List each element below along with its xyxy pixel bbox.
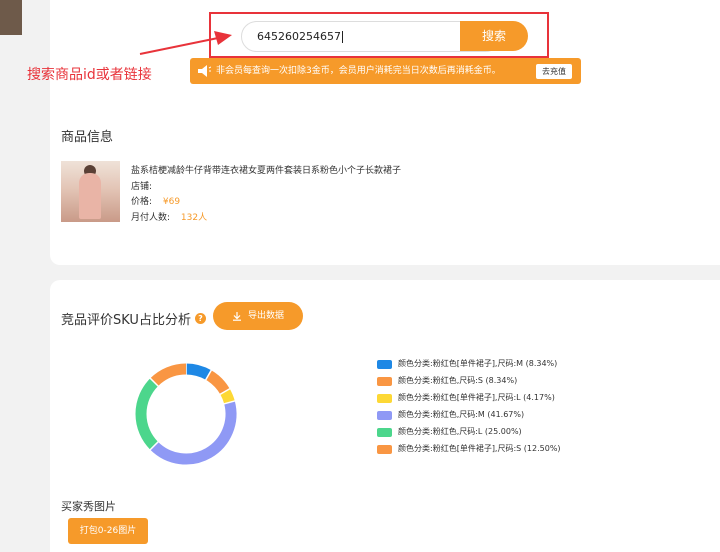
shop-label: 店铺: xyxy=(131,182,153,192)
chart-legend: 颜色分类:粉红色[单件裙子],尺码:M (8.34%) 颜色分类:粉红色,尺码:S… xyxy=(377,357,561,459)
donut-slice-6[interactable] xyxy=(150,363,187,387)
donut-slice-2[interactable] xyxy=(205,370,230,395)
legend-label: 颜色分类:粉红色,尺码:S (8.34%) xyxy=(398,376,518,385)
donut-slice-1[interactable] xyxy=(185,363,212,380)
donut-slice-4[interactable] xyxy=(150,400,237,465)
legend-item-4[interactable]: 颜色分类:粉红色,尺码:M (41.67%) xyxy=(377,408,561,425)
legend-item-2[interactable]: 颜色分类:粉红色,尺码:S (8.34%) xyxy=(377,374,561,391)
speaker-icon xyxy=(198,65,211,77)
analysis-title: 竞品评价SKU占比分析 xyxy=(61,313,191,328)
red-arrow-icon xyxy=(139,31,232,55)
monthly-value: 132人 xyxy=(180,213,208,223)
price-value: ¥69 xyxy=(162,197,181,207)
pack-images-button[interactable]: 打包0-26图片 xyxy=(68,518,148,544)
product-section-title: 商品信息 xyxy=(61,130,114,145)
legend-item-3[interactable]: 颜色分类:粉红色[单件裙子],尺码:L (4.17%) xyxy=(377,391,561,408)
notice-text: 非会员每查询一次扣除3金币，会员用户消耗完当日次数后再消耗金币。 xyxy=(216,66,501,76)
sku-donut-chart xyxy=(135,362,237,465)
notice-bar: 非会员每查询一次扣除3金币，会员用户消耗完当日次数后再消耗金币。 去充值 xyxy=(190,58,581,84)
donut-slice-3[interactable] xyxy=(220,388,235,404)
legend-swatch xyxy=(377,411,392,420)
legend-label: 颜色分类:粉红色[单件裙子],尺码:S (12.50%) xyxy=(398,444,561,453)
legend-swatch xyxy=(377,428,392,437)
highlight-box xyxy=(209,12,549,58)
legend-label: 颜色分类:粉红色[单件裙子],尺码:M (8.34%) xyxy=(398,359,558,368)
donut-slice-5[interactable] xyxy=(135,378,159,450)
legend-swatch xyxy=(377,360,392,369)
export-label: 导出数据 xyxy=(247,311,284,321)
price-label: 价格: xyxy=(131,197,153,207)
legend-swatch xyxy=(377,445,392,454)
price-row: 价格: ¥69 xyxy=(131,194,180,207)
legend-label: 颜色分类:粉红色[单件裙子],尺码:L (4.17%) xyxy=(398,393,555,402)
product-image[interactable] xyxy=(61,161,120,222)
export-data-button[interactable]: 导出数据 xyxy=(213,302,303,330)
annotation-text: 搜索商品id或者链接 xyxy=(27,67,152,83)
monthly-label: 月付人数: xyxy=(131,213,171,223)
legend-item-6[interactable]: 颜色分类:粉红色[单件裙子],尺码:S (12.50%) xyxy=(377,442,561,459)
buyer-show-title: 买家秀图片 xyxy=(61,500,116,513)
question-icon[interactable]: ? xyxy=(195,313,206,324)
monthly-row: 月付人数: 132人 xyxy=(131,210,207,223)
recharge-button[interactable]: 去充值 xyxy=(536,64,572,79)
legend-swatch xyxy=(377,394,392,403)
thumbnail-image xyxy=(0,0,22,35)
legend-label: 颜色分类:粉红色,尺码:M (41.67%) xyxy=(398,410,525,419)
product-name[interactable]: 盐系桔梗减龄牛仔背带连衣裙女夏两件套装日系粉色小个子长款裙子 xyxy=(131,163,401,176)
legend-label: 颜色分类:粉红色,尺码:L (25.00%) xyxy=(398,427,522,436)
legend-item-1[interactable]: 颜色分类:粉红色[单件裙子],尺码:M (8.34%) xyxy=(377,357,561,374)
download-icon xyxy=(232,311,241,321)
legend-item-5[interactable]: 颜色分类:粉红色,尺码:L (25.00%) xyxy=(377,425,561,442)
legend-swatch xyxy=(377,377,392,386)
